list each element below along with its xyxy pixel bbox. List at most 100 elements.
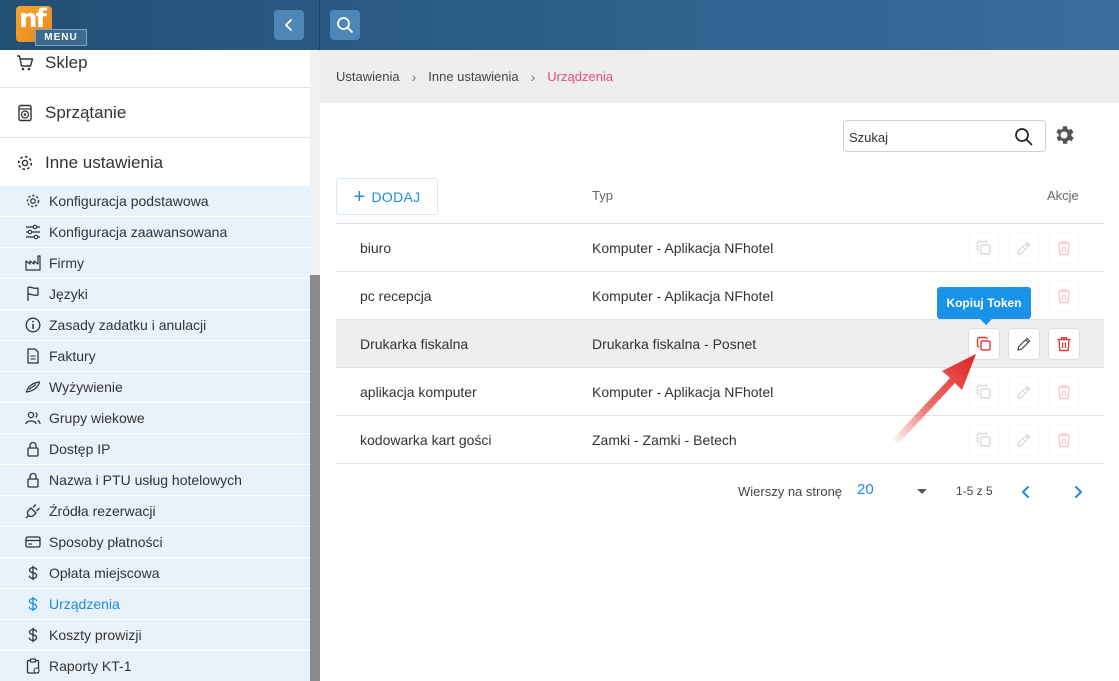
sidebar-subitem-label: Faktury xyxy=(49,348,96,364)
sidebar-subitem-label: Raporty KT-1 xyxy=(49,658,132,674)
delete-button[interactable] xyxy=(1048,232,1080,264)
sidebar-subitem-label: Zasady zadatku i anulacji xyxy=(49,317,207,333)
breadcrumb-current: Urządzenia xyxy=(547,69,614,84)
sidebar-subitem[interactable]: Raporty KT-1 xyxy=(0,651,310,681)
search-input[interactable] xyxy=(849,126,1009,148)
plug-icon xyxy=(24,502,42,520)
sidebar-subitem-label: Konfiguracja podstawowa xyxy=(49,193,209,209)
delete-button[interactable] xyxy=(1048,424,1080,456)
breadcrumb-item-ustawienia[interactable]: Ustawienia xyxy=(336,69,400,84)
sidebar-subitem-label: Firmy xyxy=(49,255,84,271)
edit-button[interactable] xyxy=(1008,328,1040,360)
lock-icon xyxy=(24,440,42,458)
sidebar-subitem[interactable]: Zasady zadatku i anulacji xyxy=(0,310,310,341)
edit-button[interactable] xyxy=(1008,424,1040,456)
device-type-cell: Komputer - Aplikacja NFhotel xyxy=(592,288,774,304)
search-field xyxy=(843,120,1046,152)
top-bar-divider xyxy=(319,0,320,50)
factory-icon xyxy=(24,254,42,272)
add-button[interactable]: + DODAJ xyxy=(336,178,438,215)
search-icon xyxy=(337,17,353,33)
edit-button[interactable] xyxy=(1008,376,1040,408)
sidebar-item-inne-ustawienia[interactable]: Inne ustawienia xyxy=(0,138,310,188)
previous-page-button[interactable] xyxy=(1016,482,1036,502)
breadcrumb-item-inne-ustawienia[interactable]: Inne ustawienia xyxy=(428,69,518,84)
sidebar-subitem[interactable]: Wyżywienie xyxy=(0,372,310,403)
pencil-icon xyxy=(1016,240,1032,256)
device-name-cell: pc recepcja xyxy=(360,288,432,304)
next-page-button[interactable] xyxy=(1068,482,1088,502)
gear-icon xyxy=(16,154,34,172)
top-bar: nf MENU xyxy=(0,0,1119,50)
delete-button[interactable] xyxy=(1048,280,1080,312)
dollar-icon xyxy=(24,626,42,644)
device-name-cell: kodowarka kart gości xyxy=(360,432,492,448)
sidebar-subitem[interactable]: Faktury xyxy=(0,341,310,372)
device-name-cell: biuro xyxy=(360,240,392,256)
flag-icon xyxy=(24,285,42,303)
sidebar-subitem[interactable]: Dostęp IP xyxy=(0,434,310,465)
pencil-icon xyxy=(1016,384,1032,400)
food-icon xyxy=(24,378,42,396)
sidebar-subitem[interactable]: Koszty prowizji xyxy=(0,620,310,651)
sidebar-subitem[interactable]: Konfiguracja zaawansowana xyxy=(0,217,310,248)
device-type-cell: Zamki - Zamki - Betech xyxy=(592,432,737,448)
delete-button[interactable] xyxy=(1048,328,1080,360)
trash-icon xyxy=(1056,432,1072,448)
plus-icon: + xyxy=(353,185,366,208)
add-button-label: DODAJ xyxy=(371,188,421,205)
dollar-icon xyxy=(24,564,42,582)
breadcrumb: Ustawienia › Inne ustawienia › Urządzeni… xyxy=(320,50,1119,103)
sidebar-subitem[interactable]: Urządzenia xyxy=(0,589,310,620)
sidebar-subitem-label: Grupy wiekowe xyxy=(49,410,145,426)
copy-token-button[interactable] xyxy=(968,232,1000,264)
sidebar: Sklep Sprzątanie Inne ustawienia Konfigu… xyxy=(0,50,320,681)
sidebar-subitem[interactable]: Nazwa i PTU usług hotelowych xyxy=(0,465,310,496)
global-search-button[interactable] xyxy=(330,10,360,40)
column-header-akcje: Akcje xyxy=(1047,188,1079,203)
sidebar-subitem-label: Sposoby płatności xyxy=(49,534,163,550)
sidebar-subitem-label: Opłata miejscowa xyxy=(49,565,160,581)
chevron-left-icon xyxy=(1022,486,1029,498)
sidebar-subitem-label: Wyżywienie xyxy=(49,379,123,395)
pagination-range: 1-5 z 5 xyxy=(956,484,993,498)
sidebar-subitem[interactable]: Grupy wiekowe xyxy=(0,403,310,434)
sidebar-subitem-label: Języki xyxy=(49,286,88,302)
delete-button[interactable] xyxy=(1048,376,1080,408)
pencil-icon xyxy=(1016,336,1032,352)
users-icon xyxy=(24,409,42,427)
device-type-cell: Drukarka fiskalna - Posnet xyxy=(592,336,757,352)
sidebar-subitem[interactable]: Firmy xyxy=(0,248,310,279)
washer-icon xyxy=(16,104,34,122)
lock-icon xyxy=(24,471,42,489)
sidebar-subitem[interactable]: Języki xyxy=(0,279,310,310)
clipboard-icon xyxy=(24,657,42,675)
info-icon xyxy=(24,316,42,334)
sidebar-scrollbar-thumb[interactable] xyxy=(310,275,320,681)
column-header-typ[interactable]: Typ xyxy=(592,188,613,203)
rows-per-page-select[interactable]: 20 xyxy=(857,481,931,503)
sidebar-item-label: Inne ustawienia xyxy=(45,152,164,172)
collapse-sidebar-button[interactable] xyxy=(274,10,304,40)
sidebar-subitem-label: Koszty prowizji xyxy=(49,627,142,643)
sidebar-subitem[interactable]: Konfiguracja podstawowa xyxy=(0,186,310,217)
device-type-cell: Komputer - Aplikacja NFhotel xyxy=(592,240,774,256)
sidebar-item-sprzatanie[interactable]: Sprzątanie xyxy=(0,88,310,138)
sidebar-subitem-label: Urządzenia xyxy=(49,596,120,612)
trash-icon xyxy=(1056,384,1072,400)
annotation-arrow xyxy=(892,354,976,444)
table-settings-button[interactable] xyxy=(1052,123,1076,147)
table-row[interactable]: biuro Komputer - Aplikacja NFhotel xyxy=(336,224,1104,272)
search-icon[interactable] xyxy=(1014,127,1033,151)
sidebar-subitem[interactable]: Opłata miejscowa xyxy=(0,558,310,589)
sidebar-item-sklep[interactable]: Sklep xyxy=(0,50,310,88)
sidebar-subitem[interactable]: Źródła rezerwacji xyxy=(0,496,310,527)
chevron-right-icon: › xyxy=(411,68,417,85)
credit-card-icon xyxy=(24,533,42,551)
gear-icon xyxy=(24,192,42,210)
gear-icon xyxy=(1056,126,1074,144)
menu-label[interactable]: MENU xyxy=(35,29,87,46)
chevron-right-icon: › xyxy=(530,68,536,85)
edit-button[interactable] xyxy=(1008,232,1040,264)
sidebar-subitem[interactable]: Sposoby płatności xyxy=(0,527,310,558)
